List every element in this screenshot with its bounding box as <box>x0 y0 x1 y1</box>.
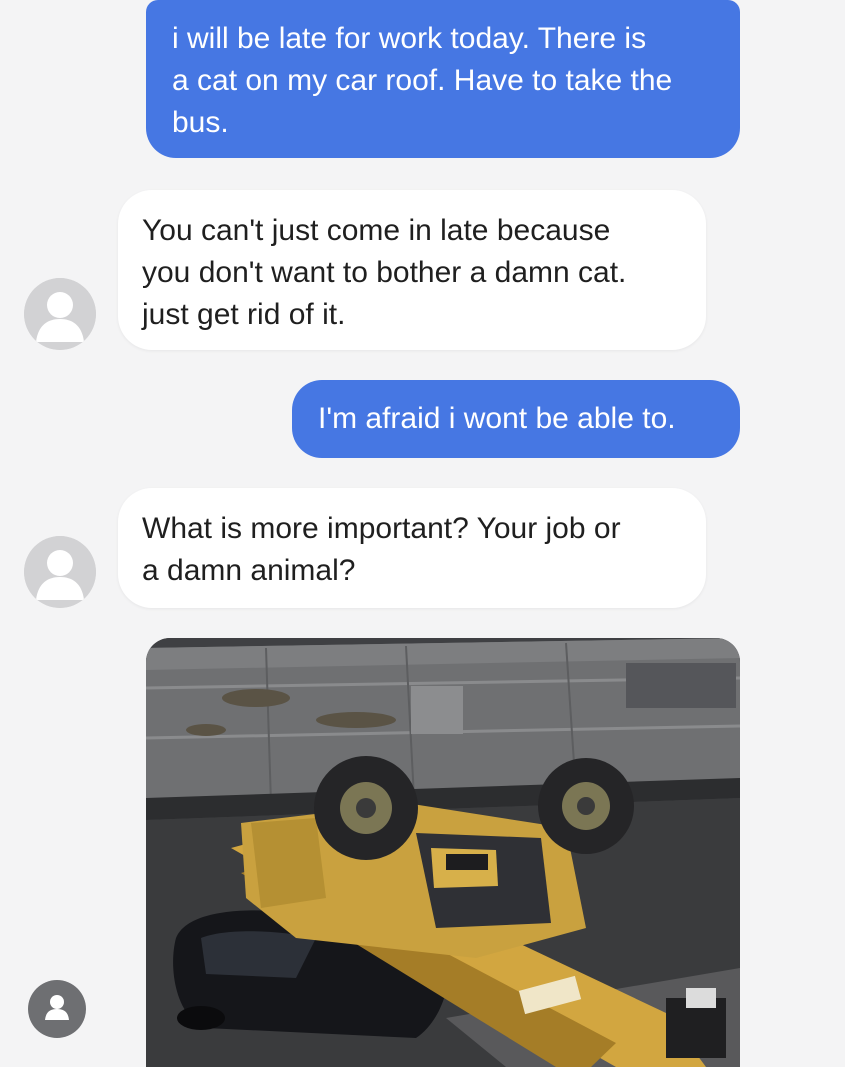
attached-photo[interactable] <box>146 638 740 1067</box>
person-silhouette-icon <box>24 536 96 608</box>
person-silhouette-icon <box>24 278 96 350</box>
sent-message-bubble[interactable]: i will be late for work today. There is … <box>146 0 740 158</box>
crane-accident-photo <box>146 638 740 1067</box>
profile-button[interactable] <box>28 980 86 1038</box>
received-message-bubble[interactable]: You can't just come in late because you … <box>118 190 706 350</box>
message-text: What is more important? Your job or a da… <box>142 512 621 587</box>
person-icon <box>45 995 69 1020</box>
message-text: I'm afraid i wont be able to. <box>318 402 676 435</box>
contact-avatar-icon[interactable] <box>24 536 96 608</box>
contact-avatar-icon[interactable] <box>24 278 96 350</box>
sent-message-bubble[interactable]: I'm afraid i wont be able to. <box>292 380 740 458</box>
message-text: You can't just come in late because you … <box>142 214 627 331</box>
received-message-bubble[interactable]: What is more important? Your job or a da… <box>118 488 706 608</box>
message-text: i will be late for work today. There is … <box>172 22 673 139</box>
message-thread: i will be late for work today. There is … <box>0 0 845 1067</box>
